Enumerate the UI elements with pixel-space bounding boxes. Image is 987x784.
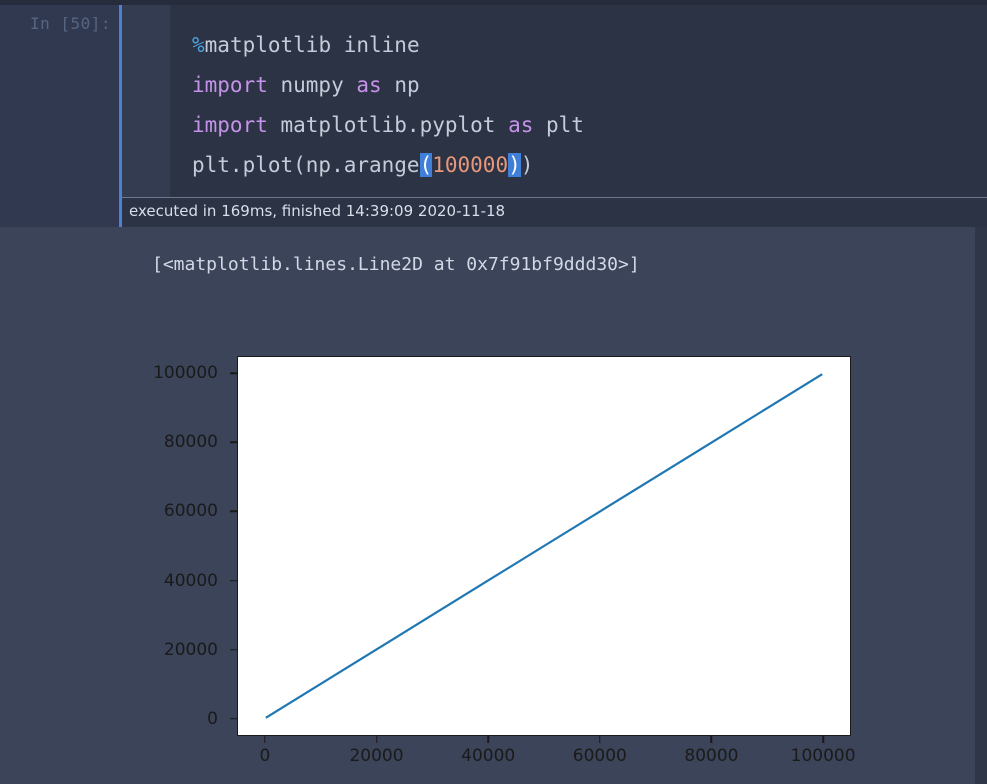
code-token-0-1: matplotlib inline [204, 33, 420, 57]
code-token-2-1: matplotlib.pyplot [267, 113, 509, 137]
code-token-1-2: as [356, 73, 382, 97]
x-tick-mark [599, 736, 601, 743]
code-line-2[interactable]: import matplotlib.pyplot as plt [192, 105, 584, 145]
x-tick-mark [487, 736, 489, 743]
y-tick-label: 100000 [153, 363, 218, 384]
x-tick-label: 60000 [572, 746, 627, 766]
output-right-edge [975, 227, 987, 784]
y-tick-mark [230, 717, 237, 720]
matplotlib-figure: 0 20000 40000 60000 80000 100000 0 20000 40000 60… [130, 332, 920, 784]
y-tick-mark [230, 648, 237, 651]
code-token-2-2: as [508, 113, 534, 137]
plot-axes [237, 356, 851, 736]
y-tick-mark [230, 510, 237, 513]
x-tick-mark [264, 736, 266, 743]
cell-execution-prompt: In [50]: [30, 14, 112, 33]
x-tick-label: 100000 [790, 746, 856, 766]
x-tick-label: 80000 [684, 746, 739, 766]
y-tick-mark [230, 579, 237, 582]
code-editor[interactable]: %matplotlib inline import numpy as np im… [170, 5, 987, 197]
code-line-0[interactable]: %matplotlib inline [192, 25, 420, 65]
y-tick-label: 80000 [163, 432, 218, 453]
cell-execution-status-bar: executed in 169ms, finished 14:39:09 202… [0, 197, 987, 227]
x-tick-label: 20000 [349, 746, 404, 766]
code-token-1-0: import [192, 73, 268, 97]
cell-output-area: [<matplotlib.lines.Line2D at 0x7f91bf9dd… [0, 227, 975, 784]
x-tick-mark [710, 736, 713, 743]
exec-status-indicator [119, 197, 122, 227]
y-tick-label: 0 [207, 708, 218, 729]
code-token-1-3: np [381, 73, 420, 97]
y-tick-label: 40000 [163, 570, 218, 591]
code-token-3-2: 100000 [432, 153, 509, 177]
code-token-2-3: plt [533, 113, 584, 137]
output-repr-text: [<matplotlib.lines.Line2D at 0x7f91bf9dd… [152, 254, 640, 275]
code-token-0-0: % [192, 33, 205, 57]
code-line-1[interactable]: import numpy as np [192, 65, 420, 105]
code-token-3-4: ) [520, 153, 534, 177]
y-tick-label: 60000 [163, 501, 218, 522]
code-token-1-1: numpy [267, 73, 357, 97]
y-tick-label: 20000 [163, 639, 218, 660]
code-line-3[interactable]: plt.plot(np.arange(100000)) [192, 145, 533, 185]
code-token-3-3: ) [508, 153, 521, 177]
code-token-3-0: plt.plot(np.arange [192, 153, 420, 177]
x-tick-mark [375, 736, 378, 743]
x-tick-label: 0 [259, 746, 271, 766]
code-token-2-0: import [192, 113, 268, 137]
y-tick-mark [230, 441, 237, 444]
plot-line-svg [238, 357, 850, 735]
code-token-3-1: ( [419, 153, 433, 177]
y-tick-mark [230, 372, 237, 375]
x-tick-label: 40000 [461, 746, 516, 766]
cell-gutter [0, 5, 119, 197]
exec-status-text: executed in 169ms, finished 14:39:09 202… [129, 202, 506, 220]
exec-status-gutter [0, 197, 119, 227]
notebook-input-cell[interactable]: In [50]: %matplotlib inline import numpy… [0, 5, 987, 197]
cell-left-padding [122, 5, 170, 197]
exec-status-divider [122, 197, 987, 198]
data-series-line [266, 374, 822, 718]
x-tick-mark [822, 736, 824, 743]
